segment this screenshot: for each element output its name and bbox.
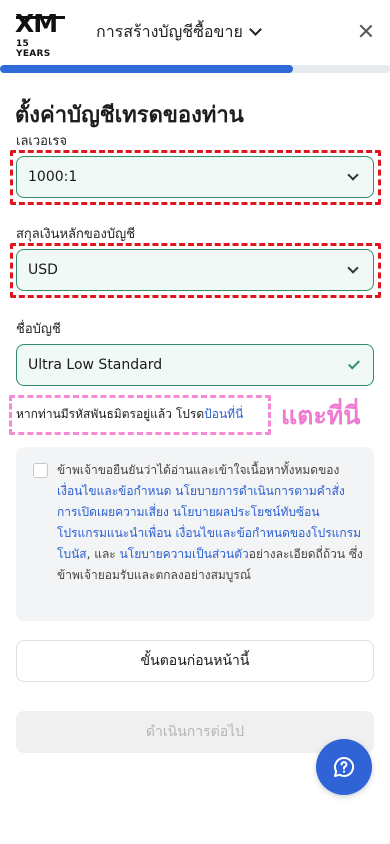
header-title-dropdown[interactable]: การสร้างบัญชีซื้อขาย <box>96 20 262 44</box>
progress-fill <box>0 65 293 73</box>
agreement-checkbox[interactable] <box>33 463 48 478</box>
agreement-link[interactable]: นโยบายการดำเนินการตามคำสั่ง <box>175 484 344 498</box>
xm-logo: XM 15 YEARS <box>15 11 67 59</box>
progress-bar <box>0 65 390 73</box>
agreement-link[interactable]: โปรแกรมแนะนำเพื่อน <box>57 526 172 540</box>
page-title: ตั้งค่าบัญชีเทรดของท่าน <box>15 103 244 128</box>
agreement-text-part: , และ <box>86 547 120 561</box>
tap-here-annotation: แตะที่นี่ <box>281 401 361 430</box>
currency-label: สกุลเงินหลักของบัญชี <box>16 227 136 242</box>
logo-subtitle: 15 YEARS <box>16 39 51 59</box>
chat-help-button[interactable] <box>316 739 372 795</box>
agreement-link[interactable]: เงื่อนไขและข้อกำหนด <box>57 484 171 498</box>
account-name-label: ชื่อบัญชี <box>16 322 61 337</box>
agreement-link[interactable]: นโยบายผลประโยชน์ทับซ้อน <box>173 505 320 519</box>
header-title: การสร้างบัญชีซื้อขาย <box>96 21 243 41</box>
previous-step-button[interactable]: ขั้นตอนก่อนหน้านี้ <box>16 640 374 682</box>
agreement-text: ข้าพเจ้าขอยืนยันว่าได้อ่านและเข้าใจเนื้อ… <box>57 460 368 586</box>
agreement-text-part: ข้าพเจ้าขอยืนยันว่าได้อ่านและเข้าใจเนื้อ… <box>57 463 340 477</box>
agreement-link[interactable]: นโยบายความเป็นส่วนตัว <box>120 547 249 561</box>
highlight-box-leverage <box>10 150 381 205</box>
logo-bar <box>16 16 65 19</box>
account-name-input[interactable]: Ultra Low Standard <box>16 344 374 386</box>
leverage-label: เลเวอเรจ <box>16 134 68 149</box>
highlight-box-currency <box>10 243 381 298</box>
highlight-box-partner <box>9 395 271 435</box>
chat-help-icon <box>334 756 355 777</box>
agreement-link[interactable]: การเปิดเผยความเสี่ยง <box>57 505 169 519</box>
chevron-down-icon <box>248 23 262 36</box>
continue-button[interactable]: ดำเนินการต่อไป <box>16 711 374 753</box>
agreement-box: ข้าพเจ้าขอยืนยันว่าได้อ่านและเข้าใจเนื้อ… <box>16 447 374 621</box>
close-icon[interactable] <box>357 22 375 40</box>
account-name-value: Ultra Low Standard <box>28 357 163 373</box>
header: XM 15 YEARS การสร้างบัญชีซื้อขาย <box>0 0 390 64</box>
